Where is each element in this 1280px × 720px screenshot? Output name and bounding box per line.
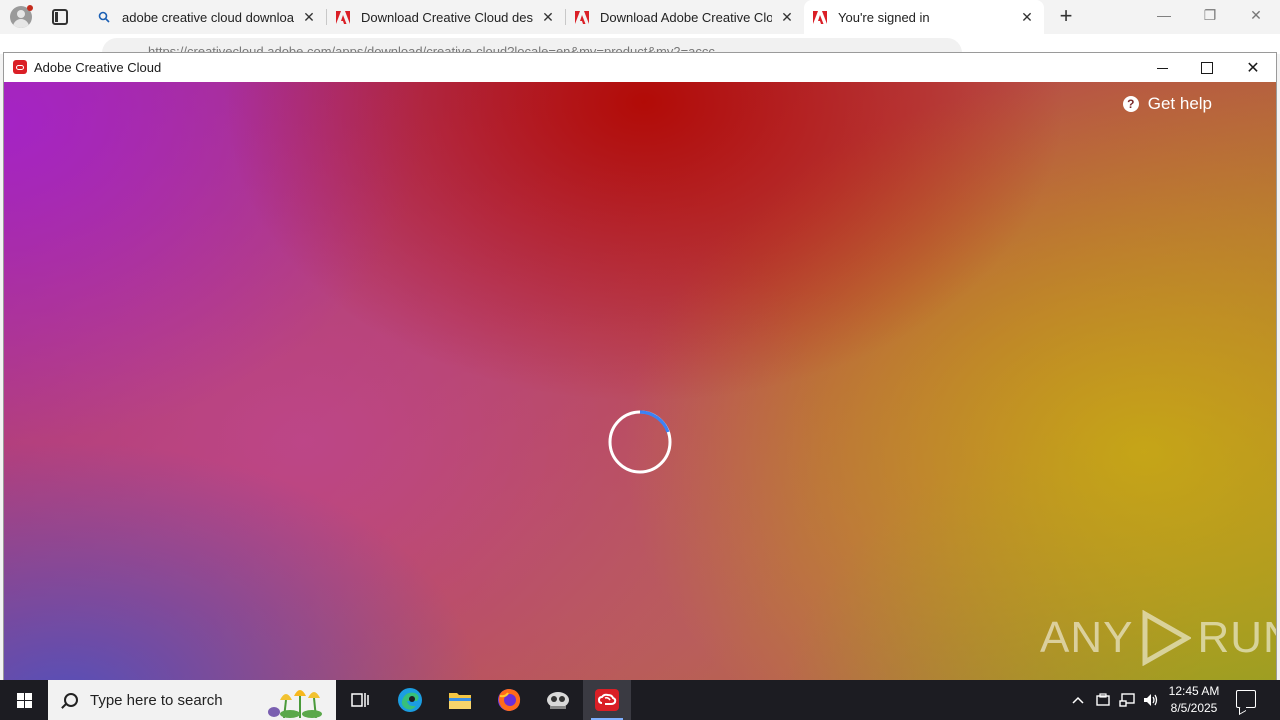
close-tab-icon[interactable]: ✕ xyxy=(300,9,318,26)
creative-cloud-window: Adobe Creative Cloud ✕ ? Get help ANY RU… xyxy=(3,52,1277,680)
loading-screen: ? Get help ANY RUN xyxy=(4,82,1276,680)
security-tray-icon[interactable] xyxy=(1094,680,1112,720)
browser-address-bar-row: https://creativecloud.adobe.com/apps/dow… xyxy=(0,34,1280,54)
loading-spinner-icon xyxy=(608,410,672,474)
new-tab-button[interactable]: + xyxy=(1056,5,1076,27)
browser-tab-search[interactable]: adobe creative cloud download - ✕ xyxy=(88,0,326,34)
help-icon: ? xyxy=(1122,96,1139,112)
app-icon[interactable] xyxy=(534,680,582,720)
browser-tab-signed-in[interactable]: You're signed in ✕ xyxy=(804,0,1044,34)
task-view-icon[interactable] xyxy=(336,680,384,720)
close-button[interactable]: ✕ xyxy=(1233,55,1273,81)
watermark-right: RUN xyxy=(1197,613,1276,662)
get-help-label: Get help xyxy=(1147,94,1212,113)
tab-title: Download Adobe Creative Cloud xyxy=(600,9,772,25)
watermark-left: ANY xyxy=(1040,613,1134,662)
close-tab-icon[interactable]: ✕ xyxy=(1018,9,1036,26)
firefox-icon[interactable] xyxy=(485,680,533,720)
taskbar-search-box[interactable]: Type here to search xyxy=(48,680,336,720)
browser-close-icon[interactable]: ✕ xyxy=(1246,7,1266,24)
close-tab-icon[interactable]: ✕ xyxy=(778,9,796,26)
maximize-button[interactable] xyxy=(1187,55,1227,81)
tulips-icon xyxy=(268,690,322,718)
network-icon[interactable] xyxy=(1117,680,1137,720)
browser-restore-icon[interactable]: ❐ xyxy=(1200,7,1220,24)
minimize-button[interactable] xyxy=(1142,55,1182,81)
taskbar: Type here to search 12:45 AM 8/5/2025 xyxy=(0,680,1280,720)
notification-center-icon[interactable] xyxy=(1236,690,1256,708)
clock-time: 12:45 AM xyxy=(1168,684,1220,698)
notification-dot xyxy=(27,5,33,11)
browser-tab-download-cc[interactable]: Download Creative Cloud deskto ✕ xyxy=(327,0,565,34)
windows-logo-icon xyxy=(16,692,32,708)
start-button[interactable] xyxy=(0,680,48,720)
browser-tab-download-adobe-cc[interactable]: Download Adobe Creative Cloud ✕ xyxy=(566,0,804,34)
play-icon xyxy=(1142,610,1192,666)
tab-title: Download Creative Cloud deskto xyxy=(361,9,533,25)
window-title: Adobe Creative Cloud xyxy=(34,60,162,75)
creative-cloud-logo-icon xyxy=(13,60,27,74)
window-titlebar: Adobe Creative Cloud ✕ xyxy=(4,53,1276,82)
close-tab-icon[interactable]: ✕ xyxy=(539,9,557,26)
tab-actions-icon[interactable] xyxy=(52,9,68,25)
adobe-icon xyxy=(812,9,828,25)
creative-cloud-taskbar-icon[interactable] xyxy=(583,680,631,720)
search-placeholder: Type here to search xyxy=(90,691,223,709)
search-icon xyxy=(96,9,112,25)
clock-date: 8/5/2025 xyxy=(1170,701,1218,715)
get-help-link[interactable]: ? Get help xyxy=(1122,94,1212,114)
tab-title: You're signed in xyxy=(838,9,930,25)
volume-icon[interactable] xyxy=(1141,680,1161,720)
tab-title: adobe creative cloud download - xyxy=(122,9,294,25)
edge-browser-icon[interactable] xyxy=(386,680,434,720)
clock[interactable]: 12:45 AM 8/5/2025 xyxy=(1162,683,1226,717)
adobe-icon xyxy=(335,9,351,25)
anyrun-watermark: ANY RUN xyxy=(1040,610,1276,666)
browser-tab-strip: adobe creative cloud download - ✕ Downlo… xyxy=(0,0,1280,34)
show-hidden-icons-chevron[interactable] xyxy=(1068,680,1088,720)
search-icon xyxy=(64,693,78,707)
browser-minimize-icon[interactable]: — xyxy=(1154,7,1174,23)
adobe-icon xyxy=(574,9,590,25)
file-explorer-icon[interactable] xyxy=(436,680,484,720)
